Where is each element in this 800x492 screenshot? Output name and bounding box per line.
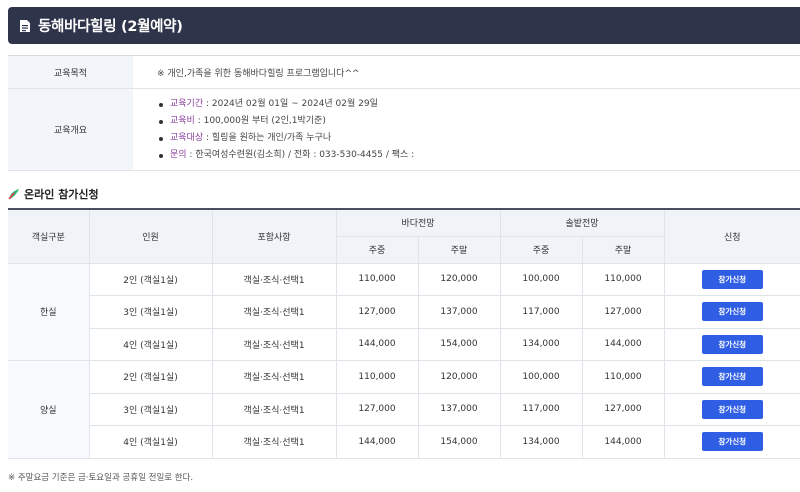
header-people: 인원 — [88, 208, 213, 264]
header-sea-weekday: 주중 — [336, 235, 419, 264]
people-cell: 2인 (객실1실) — [88, 262, 213, 296]
apply-cell: 참가신청 — [663, 425, 800, 459]
apply-cell: 참가신청 — [663, 262, 800, 296]
price-cell: 144,000 — [335, 425, 419, 459]
price-cell: 154,000 — [417, 425, 501, 459]
price-cell: 127,000 — [335, 295, 419, 329]
header-mountain-weekday: 주중 — [499, 235, 583, 264]
section-heading: 온라인 참가신청 — [8, 186, 99, 202]
apply-button[interactable]: 참가신청 — [701, 367, 763, 387]
overview-item-target: 교육대상 : 힐링을 원하는 개인/가족 누구나 — [157, 130, 800, 147]
apply-button[interactable]: 참가신청 — [701, 334, 763, 354]
program-info-table: 교육목적 ※ 개인,가족을 위한 동해바다힐링 프로그램입니다^^ 교육개요 교… — [8, 55, 800, 171]
includes-cell: 객실·조식·선택1 — [211, 425, 337, 459]
header-mountain-weekend: 주말 — [581, 235, 664, 264]
overview-key: 문의 — [170, 149, 187, 160]
price-cell: 110,000 — [335, 262, 419, 296]
header-includes: 포함사항 — [211, 208, 337, 264]
price-cell: 110,000 — [581, 360, 665, 394]
apply-button[interactable]: 참가신청 — [701, 432, 763, 452]
table-row: 양실 2인 (객실1실) 객실·조식·선택1 110,000 120,000 1… — [8, 360, 800, 459]
overview-item-fee: 교육비 : 100,000원 부터 (2인,1박기준) — [157, 113, 800, 130]
price-cell: 100,000 — [499, 360, 583, 394]
overview-text: : 100,000원 부터 (2인,1박기준) — [194, 115, 326, 126]
document-icon — [20, 19, 30, 32]
apply-cell: 참가신청 — [663, 327, 800, 361]
overview-text: : 힐링을 원하는 개인/가족 누구나 — [203, 132, 332, 143]
people-cell: 2인 (객실1실) — [88, 360, 213, 394]
people-cell: 3인 (객실1실) — [89, 392, 213, 426]
table-row: 한실 2인 (객실1실) 객실·조식·선택1 110,000 120,000 1… — [8, 262, 800, 361]
apply-cell: 참가신청 — [663, 295, 800, 329]
purpose-row: 교육목적 ※ 개인,가족을 위한 동해바다힐링 프로그램입니다^^ — [8, 55, 800, 89]
weekend-rate-note: ※ 주말요금 기준은 금·토요일과 공휴일 전일로 한다. — [8, 473, 194, 483]
purpose-label: 교육목적 — [8, 55, 133, 89]
overview-item-period: 교육기간 : 2024년 02월 01일 ~ 2024년 02월 29일 — [157, 96, 800, 113]
overview-text: : 한국여성수련원(김소희) / 전화 : 033-530-4455 / 팩스 … — [186, 149, 415, 160]
price-cell: 144,000 — [581, 327, 665, 361]
apply-button[interactable]: 참가신청 — [701, 269, 763, 289]
people-cell: 4인 (객실1실) — [89, 327, 213, 361]
price-cell: 110,000 — [335, 360, 419, 394]
price-cell: 117,000 — [499, 295, 583, 329]
apply-cell: 참가신청 — [663, 392, 800, 426]
header-sea-view: 바다전망 — [335, 208, 501, 237]
price-cell: 144,000 — [335, 327, 419, 361]
overview-key: 교육기간 — [170, 98, 204, 109]
apply-button[interactable]: 참가신청 — [701, 399, 763, 419]
price-cell: 120,000 — [417, 262, 501, 296]
price-cell: 127,000 — [581, 392, 665, 426]
overview-label: 교육개요 — [8, 88, 133, 171]
header-room-type: 객실구분 — [8, 208, 90, 264]
apply-cell: 참가신청 — [663, 360, 800, 394]
page-title-bar: 동해바다힐링 (2월예약) — [8, 7, 800, 44]
price-cell: 120,000 — [417, 360, 501, 394]
table-row: 3인 (객실1실) 객실·조식·선택1 127,000 137,000 117,… — [8, 295, 800, 329]
header-mountain-view: 솔밭전망 — [499, 208, 665, 237]
includes-cell: 객실·조식·선택1 — [211, 327, 337, 361]
includes-cell: 객실·조식·선택1 — [211, 360, 337, 394]
page-title: 동해바다힐링 (2월예약) — [38, 19, 183, 35]
overview-value: 교육기간 : 2024년 02월 01일 ~ 2024년 02월 29일 교육비… — [133, 88, 800, 171]
overview-list: 교육기간 : 2024년 02월 01일 ~ 2024년 02월 29일 교육비… — [157, 96, 800, 164]
includes-cell: 객실·조식·선택1 — [211, 295, 337, 329]
includes-cell: 객실·조식·선택1 — [211, 392, 337, 426]
overview-text: : 2024년 02월 01일 ~ 2024년 02월 29일 — [203, 98, 378, 109]
table-row: 3인 (객실1실) 객실·조식·선택1 127,000 137,000 117,… — [8, 392, 800, 426]
header-apply: 신청 — [663, 208, 800, 264]
price-cell: 137,000 — [417, 392, 501, 426]
includes-cell: 객실·조식·선택1 — [211, 262, 337, 296]
price-cell: 134,000 — [499, 425, 583, 459]
apply-button[interactable]: 참가신청 — [701, 302, 763, 322]
price-cell: 137,000 — [417, 295, 501, 329]
room-type-cell: 한실 — [8, 262, 90, 361]
price-cell: 134,000 — [499, 327, 583, 361]
people-cell: 3인 (객실1실) — [89, 295, 213, 329]
price-cell: 127,000 — [581, 295, 665, 329]
purpose-value: ※ 개인,가족을 위한 동해바다힐링 프로그램입니다^^ — [133, 55, 800, 89]
overview-key: 교육비 — [170, 115, 195, 126]
booking-table: 객실구분 인원 포함사항 바다전망 솔밭전망 신청 주중 주말 주중 주말 한실… — [8, 208, 800, 459]
overview-item-contact: 문의 : 한국여성수련원(김소희) / 전화 : 033-530-4455 / … — [157, 147, 800, 164]
room-type-cell: 양실 — [8, 360, 90, 459]
header-sea-weekend: 주말 — [417, 235, 501, 264]
price-cell: 100,000 — [499, 262, 583, 296]
price-cell: 117,000 — [499, 392, 583, 426]
people-cell: 4인 (객실1실) — [89, 425, 213, 459]
leaf-icon — [8, 189, 19, 200]
section-title: 온라인 참가신청 — [24, 188, 99, 201]
price-cell: 127,000 — [335, 392, 419, 426]
table-row: 4인 (객실1실) 객실·조식·선택1 144,000 154,000 134,… — [8, 425, 800, 459]
overview-row: 교육개요 교육기간 : 2024년 02월 01일 ~ 2024년 02월 29… — [8, 88, 800, 171]
table-row: 4인 (객실1실) 객실·조식·선택1 144,000 154,000 134,… — [8, 327, 800, 361]
price-cell: 110,000 — [581, 262, 665, 296]
overview-key: 교육대상 — [170, 132, 204, 143]
price-cell: 154,000 — [417, 327, 501, 361]
price-cell: 144,000 — [581, 425, 665, 459]
